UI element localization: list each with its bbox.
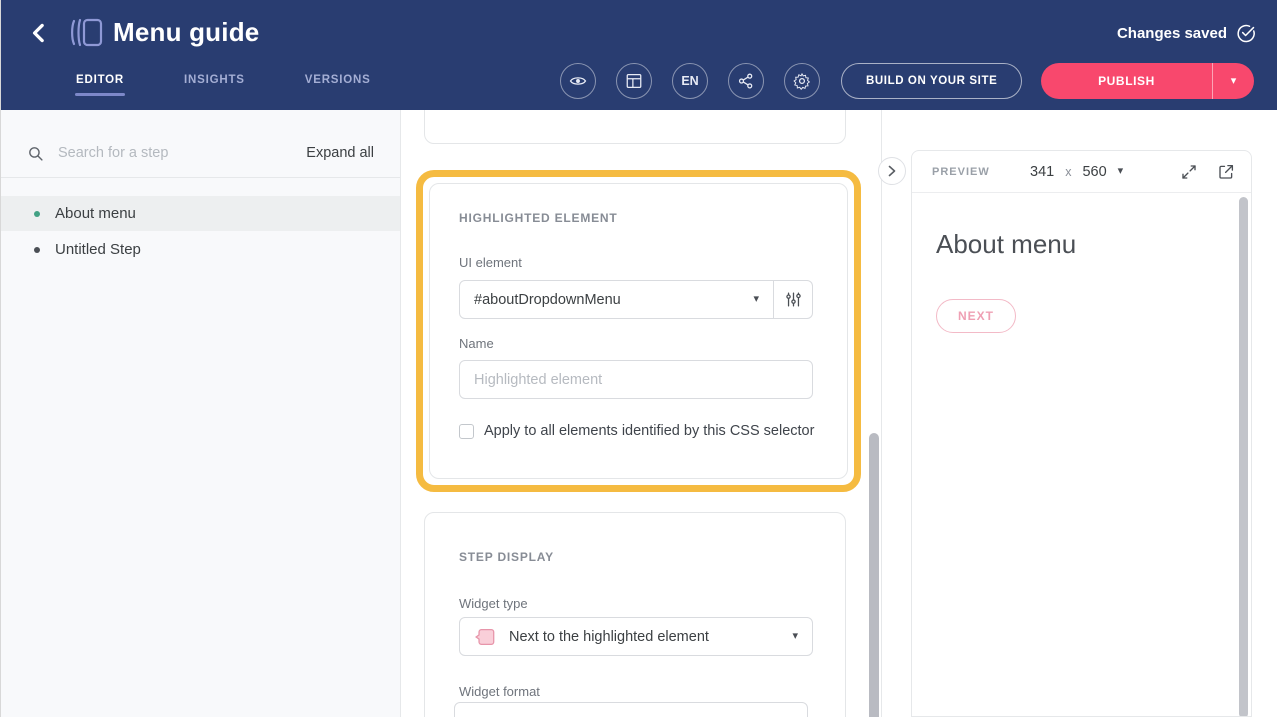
publish-button[interactable]: PUBLISH <box>1041 63 1212 99</box>
expand-resize-icon[interactable] <box>1180 163 1198 181</box>
tooltip-widget-icon <box>474 626 496 648</box>
preview-header-icons <box>1180 163 1235 181</box>
editor-column: HIGHLIGHTED ELEMENT UI element #aboutDro… <box>401 110 882 717</box>
step-status-dot <box>34 247 40 253</box>
preview-step-title: About menu <box>936 229 1076 260</box>
search-icon <box>27 145 44 162</box>
widget-type-select-row: Next to the highlighted element ▾ <box>459 617 813 656</box>
gear-icon <box>793 72 811 90</box>
layout-button[interactable] <box>616 63 652 99</box>
publish-dropdown-button[interactable]: ▾ <box>1213 63 1254 99</box>
layout-icon <box>625 72 643 90</box>
name-input[interactable] <box>459 360 813 399</box>
highlighted-element-outline: HIGHLIGHTED ELEMENT UI element #aboutDro… <box>416 170 861 492</box>
editor-scrollbar[interactable] <box>869 433 879 717</box>
changes-saved-status: Changes saved <box>1117 23 1256 43</box>
card-above-partial <box>424 110 846 144</box>
saved-check-icon <box>1236 23 1256 43</box>
chevron-down-icon: ▾ <box>1118 166 1124 177</box>
name-label: Name <box>459 336 494 351</box>
apply-all-label: Apply to all elements identified by this… <box>484 423 814 439</box>
step-label: About menu <box>55 205 136 222</box>
share-button[interactable] <box>728 63 764 99</box>
steps-sidebar: Expand all About menu Untitled Step <box>1 110 401 717</box>
build-on-your-site-button[interactable]: BUILD ON YOUR SITE <box>841 63 1022 99</box>
step-search-row: Expand all <box>1 130 400 176</box>
widget-format-select[interactable]: Light <box>454 702 808 717</box>
expand-all-link[interactable]: Expand all <box>306 145 374 161</box>
widget-type-select[interactable]: Next to the highlighted element ▾ <box>459 617 813 656</box>
preview-width-value: 341 <box>1030 164 1054 180</box>
section-title: HIGHLIGHTED ELEMENT <box>459 211 618 225</box>
open-external-icon[interactable] <box>1217 163 1235 181</box>
next-button[interactable]: NEXT <box>936 299 1016 333</box>
page-title: Menu guide <box>113 17 259 48</box>
app-logo-icon <box>70 17 104 49</box>
eye-icon <box>569 72 587 90</box>
back-arrow-icon[interactable] <box>27 20 53 46</box>
collapse-panel-button[interactable] <box>878 157 906 185</box>
ui-element-label: UI element <box>459 255 522 270</box>
tab-editor[interactable]: EDITOR <box>76 74 124 96</box>
publish-caret-icon: ▾ <box>1231 76 1237 87</box>
app-window: Menu guide EDITOR INSIGHTS VERSIONS Chan… <box>0 0 1277 717</box>
preview-height-value: 560 <box>1082 164 1106 180</box>
publish-button-group: PUBLISH ▾ <box>1041 63 1254 99</box>
chevron-down-icon: ▾ <box>753 294 759 305</box>
ui-element-value: #aboutDropdownMenu <box>474 292 621 308</box>
highlighted-element-card: HIGHLIGHTED ELEMENT UI element #aboutDro… <box>429 183 848 479</box>
language-button[interactable]: EN <box>672 63 708 99</box>
topbar: Menu guide EDITOR INSIGHTS VERSIONS Chan… <box>1 0 1277 110</box>
search-input[interactable] <box>58 145 306 161</box>
preview-size-dropdown[interactable]: 341 x 560 ▾ <box>1030 164 1123 180</box>
share-icon <box>737 72 755 90</box>
element-settings-button[interactable] <box>774 280 813 319</box>
toolbar-icon-row: EN <box>560 63 820 99</box>
preview-size-separator: x <box>1065 165 1071 179</box>
widget-type-value: Next to the highlighted element <box>509 629 709 645</box>
topbar-tabs: EDITOR INSIGHTS VERSIONS <box>76 74 371 96</box>
preview-header: PREVIEW 341 x 560 ▾ <box>912 151 1251 193</box>
preview-panel: PREVIEW 341 x 560 ▾ About menu NEXT <box>911 150 1252 717</box>
language-badge: EN <box>681 74 698 88</box>
preview-eye-button[interactable] <box>560 63 596 99</box>
step-status-dot <box>34 211 40 217</box>
tab-versions[interactable]: VERSIONS <box>305 74 371 96</box>
tab-insights[interactable]: INSIGHTS <box>184 74 245 96</box>
chevron-down-icon: ▾ <box>792 631 798 642</box>
sidebar-divider <box>1 177 400 178</box>
tune-sliders-icon <box>785 291 802 308</box>
preview-scrollbar[interactable] <box>1239 197 1248 717</box>
sidebar-item-untitled-step[interactable]: Untitled Step <box>1 232 400 267</box>
apply-all-checkbox-row[interactable]: Apply to all elements identified by this… <box>459 423 814 439</box>
changes-saved-label: Changes saved <box>1117 25 1227 42</box>
chevron-right-icon <box>887 165 897 177</box>
widget-type-label: Widget type <box>459 596 528 611</box>
widget-format-label: Widget format <box>459 684 540 699</box>
preview-title: PREVIEW <box>932 166 990 178</box>
step-display-card: STEP DISPLAY Widget type Next to the hig… <box>424 512 846 717</box>
ui-element-select-row: #aboutDropdownMenu ▾ <box>459 280 813 319</box>
settings-button[interactable] <box>784 63 820 99</box>
section-title: STEP DISPLAY <box>459 550 554 564</box>
checkbox-unchecked[interactable] <box>459 424 474 439</box>
sidebar-item-about-menu[interactable]: About menu <box>1 196 400 231</box>
step-label: Untitled Step <box>55 241 141 258</box>
ui-element-select[interactable]: #aboutDropdownMenu ▾ <box>459 280 774 319</box>
